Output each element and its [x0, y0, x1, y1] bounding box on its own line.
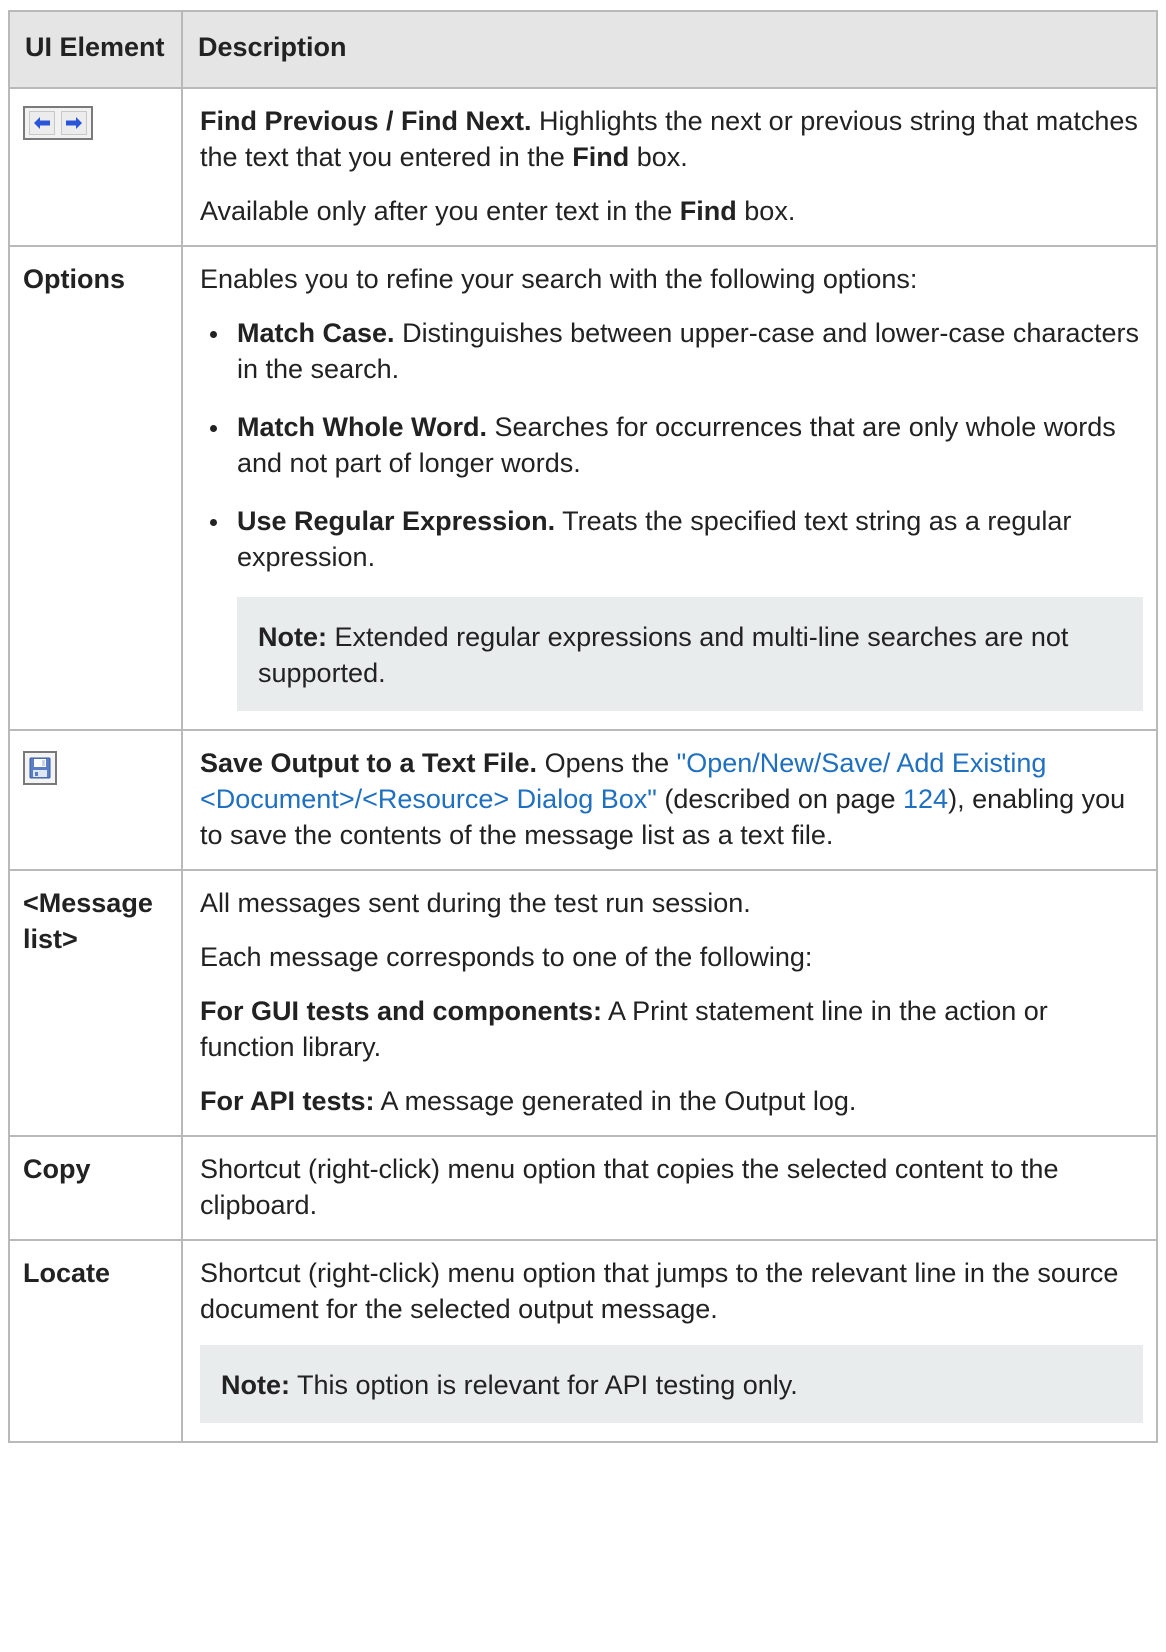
- header-ui-element: UI Element: [8, 10, 183, 89]
- list-item: Match Case. Distinguishes between upper-…: [200, 315, 1143, 387]
- list-item: Use Regular Expression. Treats the speci…: [200, 503, 1143, 575]
- table-row: Find Previous / Find Next. Highlights th…: [8, 87, 1158, 247]
- find-next-icon: [61, 111, 87, 135]
- floppy-disk-icon: [23, 751, 57, 785]
- description-cell: Find Previous / Find Next. Highlights th…: [181, 87, 1158, 247]
- options-intro: Enables you to refine your search with t…: [200, 264, 918, 294]
- page-link[interactable]: 124: [903, 784, 948, 814]
- ui-element-cell: Options: [8, 245, 183, 731]
- ui-element-cell: Locate: [8, 1239, 183, 1443]
- find-previous-icon: [29, 111, 55, 135]
- find-description: Find Previous / Find Next. Highlights th…: [200, 106, 1138, 172]
- table-row: Options Enables you to refine your searc…: [8, 245, 1158, 731]
- options-list: Match Case. Distinguishes between upper-…: [200, 315, 1143, 575]
- save-description: Save Output to a Text File. Opens the "O…: [200, 748, 1126, 850]
- description-cell: Save Output to a Text File. Opens the "O…: [181, 729, 1158, 871]
- ui-element-cell: [8, 729, 183, 871]
- ui-element-table: UI Element Description Find Previous / F…: [8, 10, 1158, 1443]
- find-availability: Available only after you enter text in t…: [200, 196, 796, 226]
- ui-element-cell: <Message list>: [8, 869, 183, 1137]
- description-cell: Shortcut (right-click) menu option that …: [181, 1239, 1158, 1443]
- header-description: Description: [181, 10, 1158, 89]
- table-row: Save Output to a Text File. Opens the "O…: [8, 729, 1158, 871]
- table-row: Locate Shortcut (right-click) menu optio…: [8, 1239, 1158, 1443]
- ui-element-cell: [8, 87, 183, 247]
- table-row: Copy Shortcut (right-click) menu option …: [8, 1135, 1158, 1241]
- header-row: UI Element Description: [8, 10, 1158, 89]
- ui-element-cell: Copy: [8, 1135, 183, 1241]
- list-item: Match Whole Word. Searches for occurrenc…: [200, 409, 1143, 481]
- table-row: <Message list> All messages sent during …: [8, 869, 1158, 1137]
- options-note: Note: Extended regular expressions and m…: [237, 597, 1143, 711]
- description-cell: Shortcut (right-click) menu option that …: [181, 1135, 1158, 1241]
- description-cell: All messages sent during the test run se…: [181, 869, 1158, 1137]
- locate-note: Note: This option is relevant for API te…: [200, 1345, 1143, 1423]
- description-cell: Enables you to refine your search with t…: [181, 245, 1158, 731]
- find-prev-next-buttons: [23, 106, 93, 140]
